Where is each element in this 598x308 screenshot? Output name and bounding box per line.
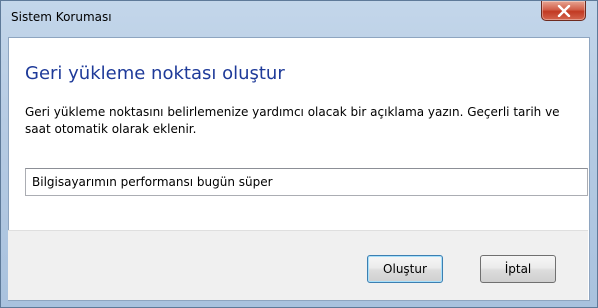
close-button[interactable] (541, 1, 586, 21)
create-button[interactable]: Oluştur (367, 255, 443, 283)
dialog-description: Geri yükleme noktasını belirlemenize yar… (25, 105, 560, 136)
cancel-button[interactable]: İptal (480, 255, 556, 283)
title-bar[interactable]: Sistem Koruması (1, 1, 597, 37)
window-title: Sistem Koruması (11, 10, 112, 24)
close-icon (557, 5, 571, 17)
dialog-heading: Geri yükleme noktası oluştur (25, 63, 285, 84)
restore-point-description-input[interactable] (25, 168, 588, 196)
